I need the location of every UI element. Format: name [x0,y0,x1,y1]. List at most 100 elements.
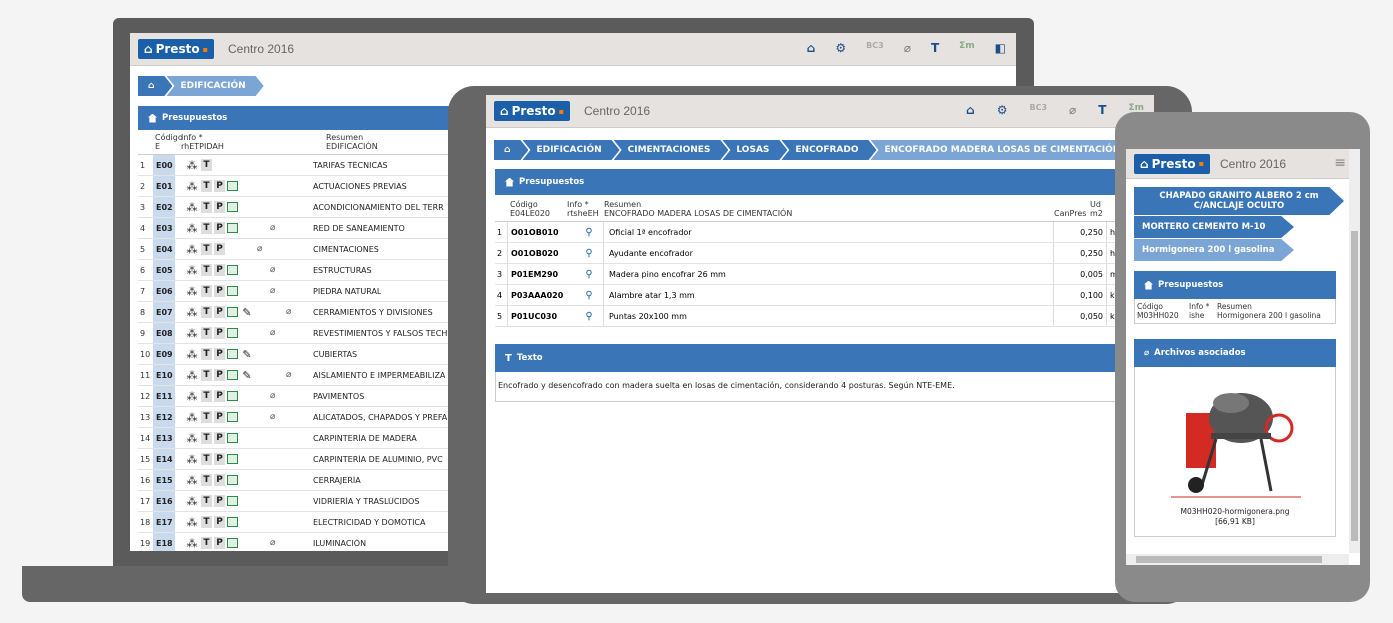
row-code[interactable]: O01OB020 [507,243,575,263]
p-badge-icon[interactable]: P [214,327,225,339]
t-badge-icon[interactable]: T [201,222,212,234]
row-summary[interactable]: ALICATADOS, CHAPADOS Y PREFA [305,413,447,422]
file-name[interactable]: M03HH020-hormigonera.png [1135,507,1335,516]
row-code[interactable]: E06 [153,281,175,301]
table-row[interactable]: 11 E10 ⁂ T P ✎ ⌀ AISLAMIENTO E IMPERMEABILIZA [138,365,458,386]
p-badge-icon[interactable]: P [214,201,225,213]
image-icon[interactable] [227,202,238,212]
t-badge-icon[interactable]: T [201,369,212,381]
t-badge-icon[interactable]: T [201,201,212,213]
t-badge-icon[interactable]: T [201,159,212,171]
row-summary[interactable]: CERRAMIENTOS Y DIVISIONES [305,308,433,317]
tree-icon[interactable]: ⁂ [185,432,199,445]
row-quantity[interactable]: 0,005 [1053,264,1106,284]
image-icon[interactable] [227,391,238,401]
breadcrumb-item[interactable]: ENCOFRADO MADERA LOSAS DE CIMENTACIÓN [871,140,1139,160]
row-code[interactable]: E16 [153,491,175,511]
t-badge-icon[interactable]: T [201,474,212,486]
row-code[interactable]: E14 [153,449,175,469]
t-badge-icon[interactable]: T [201,285,212,297]
attachment-icon[interactable]: ⌀ [270,538,275,548]
breadcrumb-home[interactable]: ⌂ [494,140,528,160]
row-code[interactable]: O01OB010 [507,222,575,242]
row-code[interactable]: E05 [153,260,175,280]
image-icon[interactable] [227,286,238,296]
tree-icon[interactable]: ⁂ [185,159,199,172]
attachment-icon[interactable]: ⌀ [270,286,275,296]
tree-icon[interactable]: ⁂ [185,411,199,424]
tree-icon[interactable]: ⁂ [185,180,199,193]
row-code[interactable]: E04 [153,239,175,259]
presto-logo[interactable]: ⌂ Presto ▪ [138,39,214,59]
row-quantity[interactable]: 0,100 [1053,285,1106,305]
t-badge-icon[interactable]: T [201,243,212,255]
row-summary[interactable]: PIEDRA NATURAL [305,287,381,296]
concrete-mixer-image[interactable] [1161,373,1311,503]
tree-icon[interactable]: ⁂ [185,390,199,403]
table-row[interactable]: 6 E05 ⁂ T P ⌀ ESTRUCTURAS [138,260,458,281]
attachment-icon[interactable]: ⌀ [270,412,275,422]
bc3-icon[interactable]: BC3 [866,41,884,55]
t-badge-icon[interactable]: T [201,180,212,192]
menu-icon[interactable]: ≡ [1334,155,1346,171]
image-icon[interactable] [227,349,238,359]
row-summary[interactable]: Madera pino encofrar 26 mm [603,264,1053,284]
table-row[interactable]: 1 E00 ⁂ T TARIFAS TÉCNICAS [138,155,458,176]
image-icon[interactable] [227,475,238,485]
table-row[interactable]: 13 E12 ⁂ T P ⌀ ALICATADOS, CHAPADOS Y PREFA [138,407,458,428]
image-icon[interactable] [227,538,238,548]
works-icon[interactable]: ⚙ [997,103,1008,117]
presto-logo[interactable]: ⌂ Presto ▪ [494,101,570,121]
row-code[interactable]: P03AAA020 [507,285,575,305]
attachment-icon[interactable]: ⌀ [904,41,911,55]
scroll-thumb[interactable] [1136,556,1322,563]
row-summary[interactable]: ILUMINACIÓN [305,539,366,548]
pencil-icon[interactable]: ✎ [240,369,254,382]
row-summary[interactable]: ACONDICIONAMIENTO DEL TERR [305,203,444,212]
tree-icon[interactable]: ⁂ [185,243,199,256]
tree-icon[interactable]: ⁂ [185,516,199,529]
t-badge-icon[interactable]: T [201,306,212,318]
row-code[interactable]: E11 [153,386,175,406]
row-summary[interactable]: PAVIMENTOS [305,392,364,401]
export-icon[interactable]: ◧ [995,41,1006,55]
p-badge-icon[interactable]: P [214,516,225,528]
attachment-icon[interactable]: ⌀ [286,370,291,380]
row-code[interactable]: E12 [153,407,175,427]
row-summary[interactable]: ACTUACIONES PREVIAS [305,182,407,191]
table-row[interactable]: 10 E09 ⁂ T P ✎ CUBIERTAS [138,344,458,365]
attachment-icon[interactable]: ⌀ [270,328,275,338]
row-summary[interactable]: VIDRIERÍA Y TRASLÚCIDOS [305,497,419,506]
breadcrumb-item[interactable]: CHAPADO GRANITO ALBERO 2 cm C/ANCLAJE OC… [1134,187,1344,215]
tree-icon[interactable]: ⁂ [185,474,199,487]
row-quantity[interactable]: 0,250 [1053,243,1106,263]
table-row[interactable]: 5P01UC030⚲Puntas 20x100 mm0,050kg [495,306,1145,327]
table-row[interactable]: 8 E07 ⁂ T P ✎ ⌀ CERRAMIENTOS Y DIVISIONES [138,302,458,323]
table-row[interactable]: 2 O01OB020 ⚲ Ayudante encofrador 0,250 h [495,243,1145,264]
horizontal-scrollbar[interactable] [1126,554,1349,565]
table-row[interactable]: 18 E17 ⁂ T P ELECTRICIDAD Y DOMÓTICA [138,512,458,533]
t-badge-icon[interactable]: T [201,327,212,339]
t-badge-icon[interactable]: T [201,348,212,360]
row-code[interactable]: E01 [153,176,175,196]
pencil-icon[interactable]: ✎ [240,306,254,319]
attachment-icon[interactable]: ⌀ [257,244,262,254]
p-badge-icon[interactable]: P [214,285,225,297]
resource-icon[interactable]: ⚲ [575,227,603,238]
t-badge-icon[interactable]: T [201,537,212,549]
row-code[interactable]: E09 [153,344,175,364]
row-quantity[interactable]: 0,250 [1053,222,1106,242]
tree-icon[interactable]: ⁂ [185,327,199,340]
resource-icon[interactable]: ⚲ [575,269,603,280]
p-badge-icon[interactable]: P [214,180,225,192]
attachment-icon[interactable]: ⌀ [270,265,275,275]
row-quantity[interactable]: 0,050 [1053,306,1106,326]
t-badge-icon[interactable]: T [201,264,212,276]
tree-icon[interactable]: ⁂ [185,306,199,319]
measure-icon[interactable]: Σm [959,41,975,55]
scroll-thumb[interactable] [1351,231,1358,541]
breadcrumb-item[interactable]: LOSAS [722,140,787,160]
row-summary[interactable]: TARIFAS TÉCNICAS [305,161,388,170]
t-badge-icon[interactable]: T [201,516,212,528]
row-summary[interactable]: ELECTRICIDAD Y DOMÓTICA [305,518,426,527]
